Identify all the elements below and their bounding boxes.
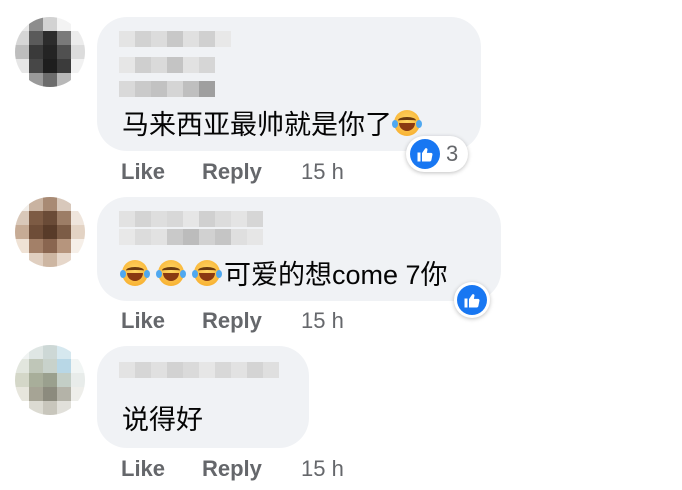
comment-timestamp[interactable]: 15 h xyxy=(301,456,344,482)
comment-bubble: 马来西亚最帅就是你了 xyxy=(97,17,481,151)
avatar[interactable] xyxy=(15,345,85,415)
like-button[interactable]: Like xyxy=(121,456,202,482)
laughing-crying-emoji-icon xyxy=(392,109,422,136)
comment-text-row: 说得好 xyxy=(122,398,203,437)
laughing-crying-emoji-icon xyxy=(192,259,222,286)
comment-bubble: 可爱的想come 7你 xyxy=(97,197,501,301)
reply-button[interactable]: Reply xyxy=(202,456,301,482)
commenter-name-blurred xyxy=(119,229,263,245)
commenter-name-blurred xyxy=(119,81,215,97)
comment-text-row: 马来西亚最帅就是你了 xyxy=(122,103,422,142)
like-button[interactable]: Like xyxy=(121,308,202,334)
commenter-name-blurred xyxy=(119,57,215,73)
comment-actions: Like Reply 15 h xyxy=(121,456,344,482)
comment-text: 马来西亚最帅就是你了 xyxy=(122,110,392,140)
avatar[interactable] xyxy=(15,197,85,267)
commenter-name-blurred[interactable] xyxy=(119,31,231,47)
comment-actions: Like Reply 15 h xyxy=(121,308,344,334)
comment-bubble: 说得好 xyxy=(97,346,309,448)
reply-button[interactable]: Reply xyxy=(202,159,301,185)
commenter-name-blurred[interactable] xyxy=(119,211,263,227)
laughing-crying-emoji-icon xyxy=(120,259,150,286)
comment-text: 说得好 xyxy=(122,405,203,435)
comment-text: 可爱的想come 7你 xyxy=(224,260,448,290)
comment-timestamp[interactable]: 15 h xyxy=(301,308,344,334)
commenter-name-blurred[interactable] xyxy=(119,362,279,378)
avatar[interactable] xyxy=(15,17,85,87)
reply-button[interactable]: Reply xyxy=(202,308,301,334)
comment-timestamp[interactable]: 15 h xyxy=(301,159,344,185)
reaction-count: 3 xyxy=(446,141,459,166)
comment-actions: Like Reply 15 h xyxy=(121,159,344,185)
laughing-crying-emoji-icon xyxy=(156,259,186,286)
comment-text-row: 可爱的想come 7你 xyxy=(120,253,448,292)
thumbs-up-icon xyxy=(410,139,440,169)
like-button[interactable]: Like xyxy=(121,159,202,185)
thumbs-up-icon xyxy=(457,285,487,315)
reaction-summary[interactable] xyxy=(454,282,490,318)
reaction-summary[interactable]: 3 xyxy=(406,136,469,172)
